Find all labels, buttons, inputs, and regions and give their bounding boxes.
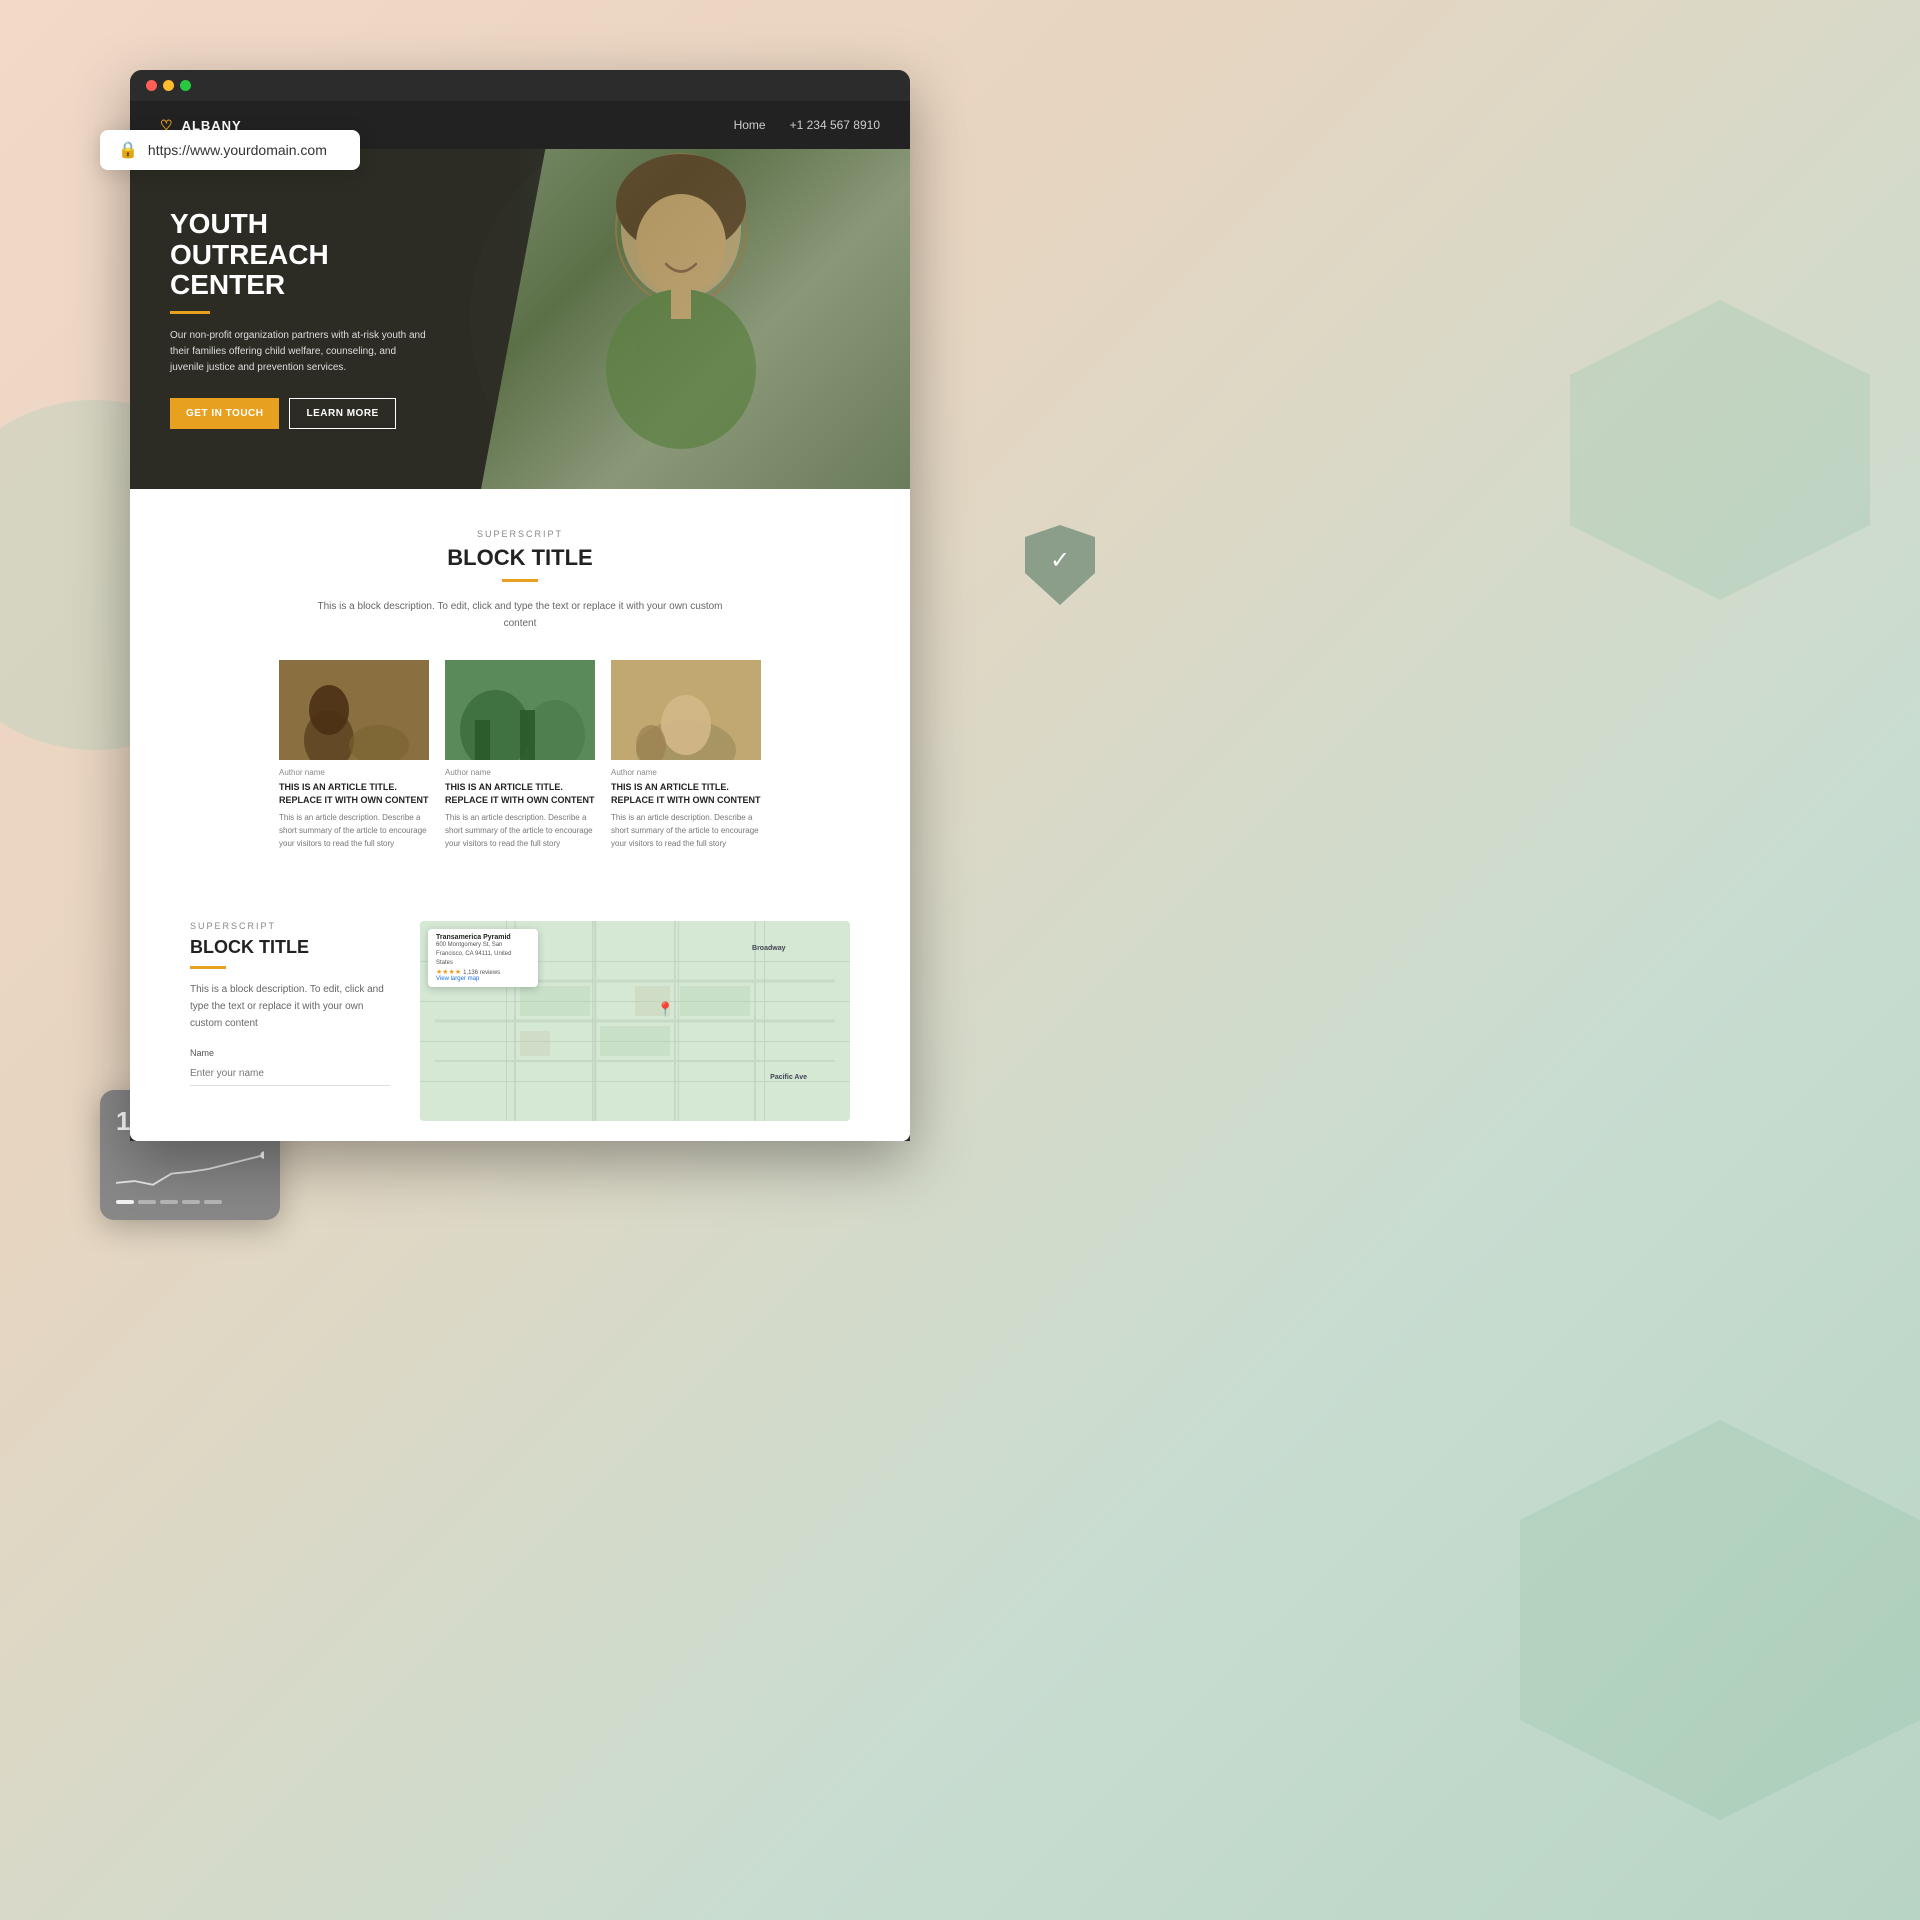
article-desc-2: This is an article description. Describe… xyxy=(445,812,595,850)
cards-row: Author name THIS IS AN ARTICLE TITLE. RE… xyxy=(190,660,850,851)
browser-dots xyxy=(146,80,191,91)
hero-background-image xyxy=(481,149,910,489)
block-title-2: BLOCK TITLE xyxy=(190,937,390,958)
map-popup-link[interactable]: View larger map xyxy=(436,976,530,982)
map-container: Broadway Pacific Ave 📍 Transamerica Pyra… xyxy=(420,921,850,1121)
stats-dot-3 xyxy=(160,1200,178,1204)
card-image-1 xyxy=(279,660,429,760)
superscript-1: SUPERSCRIPT xyxy=(190,529,850,539)
stats-dot-4 xyxy=(182,1200,200,1204)
card-image-2 xyxy=(445,660,595,760)
hero-buttons: GET IN TOUCH LEARN MORE xyxy=(170,398,430,429)
url-bar: 🔒 https://www.yourdomain.com xyxy=(100,130,360,170)
card-image-3 xyxy=(611,660,761,760)
stats-chart-svg xyxy=(116,1144,264,1194)
stats-dots xyxy=(116,1200,264,1204)
bottom-section: SUPERSCRIPT BLOCK TITLE This is a block … xyxy=(130,891,910,1141)
map-label-pacific: Pacific Ave xyxy=(770,1074,807,1081)
article-card-2: Author name THIS IS AN ARTICLE TITLE. RE… xyxy=(445,660,595,851)
article-card-1: Author name THIS IS AN ARTICLE TITLE. RE… xyxy=(279,660,429,851)
author-1: Author name xyxy=(279,768,429,777)
stats-dot-2 xyxy=(138,1200,156,1204)
hero-section: YOUTH OUTREACH CENTER Our non-profit org… xyxy=(130,149,910,489)
article-desc-1: This is an article description. Describe… xyxy=(279,812,429,850)
map-background: Broadway Pacific Ave 📍 Transamerica Pyra… xyxy=(420,921,850,1121)
shield-check-icon: ✓ xyxy=(1050,546,1070,575)
author-2: Author name xyxy=(445,768,595,777)
minimize-dot[interactable] xyxy=(163,80,174,91)
article-card-3: Author name THIS IS AN ARTICLE TITLE. RE… xyxy=(611,660,761,851)
stars-icon: ★★★★ xyxy=(436,969,461,976)
form-name-label: Name xyxy=(190,1048,390,1058)
map-pin: 📍 xyxy=(657,1001,674,1018)
nav-phone: +1 234 567 8910 xyxy=(790,118,880,132)
expand-dot[interactable] xyxy=(180,80,191,91)
shield-shape: ✓ xyxy=(1025,525,1095,605)
article-desc-3: This is an article description. Describe… xyxy=(611,812,761,850)
title-underline-1 xyxy=(502,579,538,582)
form-name-input[interactable] xyxy=(190,1062,390,1086)
block-desc-1: This is a block description. To edit, cl… xyxy=(310,598,730,632)
browser-window: ♡ ALBANY Home +1 234 567 8910 xyxy=(130,70,910,1141)
block-desc-2: This is a block description. To edit, cl… xyxy=(190,981,390,1032)
stats-dot-1 xyxy=(116,1200,134,1204)
hero-underline xyxy=(170,311,210,314)
article-title-3: THIS IS AN ARTICLE TITLE. REPLACE IT WIT… xyxy=(611,781,761,806)
review-count: 1,136 reviews xyxy=(463,970,500,976)
map-popup: Transamerica Pyramid 600 Montgomery St, … xyxy=(428,929,538,987)
nav-links: Home +1 234 567 8910 xyxy=(734,118,880,132)
hero-content: YOUTH OUTREACH CENTER Our non-profit org… xyxy=(130,209,470,429)
contact-form-section: SUPERSCRIPT BLOCK TITLE This is a block … xyxy=(190,921,390,1121)
hero-title: YOUTH OUTREACH CENTER xyxy=(170,209,430,301)
superscript-2: SUPERSCRIPT xyxy=(190,921,390,931)
map-label-broadway: Broadway xyxy=(752,945,785,952)
get-in-touch-button[interactable]: GET IN TOUCH xyxy=(170,398,279,429)
title-underline-2 xyxy=(190,966,226,969)
article-title-1: THIS IS AN ARTICLE TITLE. REPLACE IT WIT… xyxy=(279,781,429,806)
learn-more-button[interactable]: LEARN MORE xyxy=(289,398,395,429)
bg-shape-bottom-right xyxy=(1520,1420,1920,1820)
shield-widget: ✓ xyxy=(1020,520,1100,610)
block-title-1: BLOCK TITLE xyxy=(190,545,850,571)
block-section-1: SUPERSCRIPT BLOCK TITLE This is a block … xyxy=(130,489,910,891)
stats-dot-5 xyxy=(204,1200,222,1204)
article-title-2: THIS IS AN ARTICLE TITLE. REPLACE IT WIT… xyxy=(445,781,595,806)
browser-topbar xyxy=(130,70,910,101)
lock-icon: 🔒 xyxy=(118,140,138,160)
website-content: ♡ ALBANY Home +1 234 567 8910 xyxy=(130,101,910,1141)
map-popup-address: 600 Montgomery St, San Francisco, CA 941… xyxy=(436,941,530,968)
nav-home-link[interactable]: Home xyxy=(734,118,766,132)
url-text: https://www.yourdomain.com xyxy=(148,142,327,158)
hero-description: Our non-profit organization partners wit… xyxy=(170,328,430,376)
bg-shape-right xyxy=(1570,300,1870,600)
author-3: Author name xyxy=(611,768,761,777)
map-popup-title: Transamerica Pyramid xyxy=(436,934,530,941)
close-dot[interactable] xyxy=(146,80,157,91)
map-popup-stars: ★★★★ 1,136 reviews xyxy=(436,968,530,976)
